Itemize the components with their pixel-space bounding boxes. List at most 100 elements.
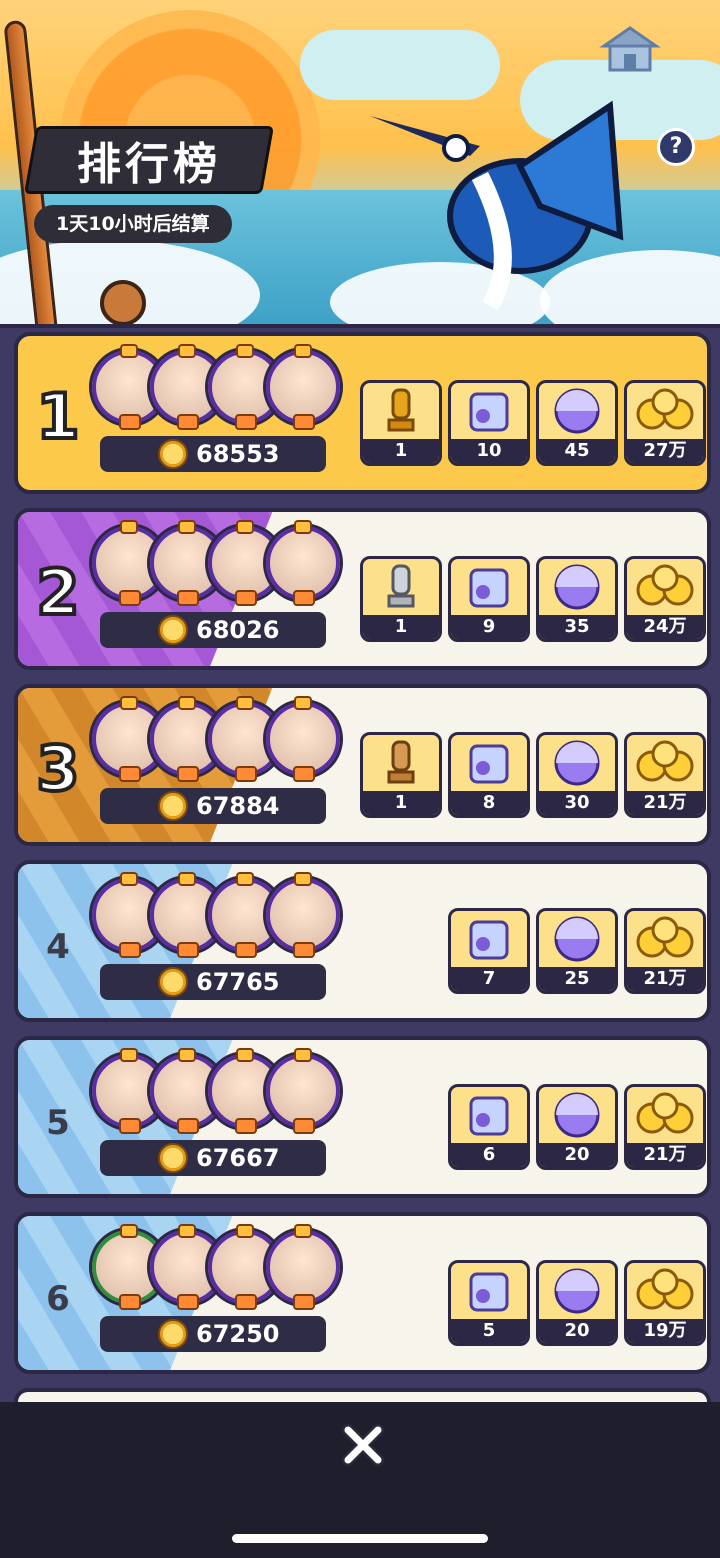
capsule-icon [554,564,600,610]
reward-gold-pile[interactable]: 24万 [624,556,706,642]
title-plate: 排行榜 [24,126,274,194]
reward-trophy[interactable]: 1 [360,556,442,642]
close-button[interactable] [338,1420,388,1470]
reward-trophy[interactable]: 1 [360,380,442,466]
score-value: 67884 [196,792,280,820]
mystery-box-icon [469,920,509,960]
reward-quantity: 35 [539,615,615,639]
reward-capsule[interactable]: 20 [536,1084,618,1170]
reward-quantity: 20 [539,1143,615,1167]
reward-mystery-box[interactable]: 5 [448,1260,530,1346]
reward-quantity: 45 [539,439,615,463]
avatar[interactable] [266,1048,340,1134]
coin-icon [158,615,188,645]
reward-gold-pile[interactable]: 27万 [624,380,706,466]
coin-icon [158,439,188,469]
team-avatars [92,520,342,616]
reward-quantity: 25 [539,967,615,991]
leaderboard-row[interactable]: 3 67884 1 8 30 21万 [14,684,711,846]
reward-quantity: 21万 [627,1143,703,1167]
team-avatars [92,1224,342,1320]
reward-mystery-box[interactable]: 9 [448,556,530,642]
avatar[interactable] [266,872,340,958]
leaderboard-row[interactable]: 4 67765 7 25 21万 [14,860,711,1022]
reward-mystery-box[interactable]: 7 [448,908,530,994]
leaderboard-list[interactable]: 1 68553 1 10 45 27万 2 68026 1 9 35 24万 3… [0,332,720,1402]
reward-capsule[interactable]: 20 [536,1260,618,1346]
marlin-illustration [370,100,624,311]
reward-quantity: 10 [451,439,527,463]
reward-quantity: 21万 [627,791,703,815]
settlement-countdown: 1天10小时后结算 [34,205,232,243]
reward-quantity: 7 [451,967,527,991]
leaderboard-row[interactable]: 6 67250 5 20 19万 [14,1212,711,1374]
leaderboard-row[interactable]: 1 68553 1 10 45 27万 [14,332,711,494]
header-banner: 排行榜 1天10小时后结算 ? [0,0,720,328]
home-indicator[interactable] [232,1534,488,1543]
mystery-box-icon [469,392,509,432]
capsule-icon [554,1092,600,1138]
help-button[interactable]: ? [657,128,695,166]
reward-mystery-box[interactable]: 6 [448,1084,530,1170]
team-avatars [92,1048,342,1144]
team-score: 67765 [100,964,326,1000]
reward-quantity: 30 [539,791,615,815]
score-value: 67667 [196,1144,280,1172]
reward-quantity: 9 [451,615,527,639]
gold-pile-icon [636,1268,694,1310]
reward-capsule[interactable]: 30 [536,732,618,818]
avatar[interactable] [266,696,340,782]
gold-trophy-icon [387,388,415,432]
house-icon [599,26,661,72]
score-value: 68026 [196,616,280,644]
capsule-icon [554,388,600,434]
gold-pile-icon [636,388,694,430]
rank-number: 4 [46,927,70,967]
reward-gold-pile[interactable]: 21万 [624,1084,706,1170]
team-score: 68026 [100,612,326,648]
reward-capsule[interactable]: 25 [536,908,618,994]
rank-number: 5 [46,1103,70,1143]
capsule-icon [554,916,600,962]
capsule-icon [554,1268,600,1314]
reward-trophy[interactable]: 1 [360,732,442,818]
mystery-box-icon [469,1272,509,1312]
reward-quantity: 21万 [627,967,703,991]
avatar[interactable] [266,520,340,606]
reward-gold-pile[interactable]: 19万 [624,1260,706,1346]
reward-quantity: 8 [451,791,527,815]
mystery-box-icon [469,568,509,608]
reward-gold-pile[interactable]: 21万 [624,908,706,994]
reward-quantity: 19万 [627,1319,703,1343]
team-score: 67667 [100,1140,326,1176]
gold-pile-icon [636,740,694,782]
team-score: 67250 [100,1316,326,1352]
gold-pile-icon [636,1092,694,1134]
reward-mystery-box[interactable]: 8 [448,732,530,818]
rank-number: 2 [34,556,81,630]
coin-icon [158,967,188,997]
reward-gold-pile[interactable]: 21万 [624,732,706,818]
reward-mystery-box[interactable]: 10 [448,380,530,466]
silver-trophy-icon [387,564,415,608]
score-value: 67250 [196,1320,280,1348]
rank-number: 1 [34,380,81,454]
reward-quantity: 1 [363,791,439,815]
gold-pile-icon [636,916,694,958]
mystery-box-icon [469,1096,509,1136]
coin-icon [158,1143,188,1173]
bronze-trophy-icon [387,740,415,784]
team-score: 67884 [100,788,326,824]
reward-capsule[interactable]: 35 [536,556,618,642]
leaderboard-row[interactable]: 2 68026 1 9 35 24万 [14,508,711,670]
page-title: 排行榜 [77,139,221,190]
gold-pile-icon [636,564,694,606]
mystery-box-icon [469,744,509,784]
avatar[interactable] [266,344,340,430]
avatar[interactable] [266,1224,340,1310]
reward-quantity: 6 [451,1143,527,1167]
team-avatars [92,344,342,440]
reward-capsule[interactable]: 45 [536,380,618,466]
leaderboard-row[interactable]: 5 67667 6 20 21万 [14,1036,711,1198]
rank-number: 6 [46,1279,70,1319]
